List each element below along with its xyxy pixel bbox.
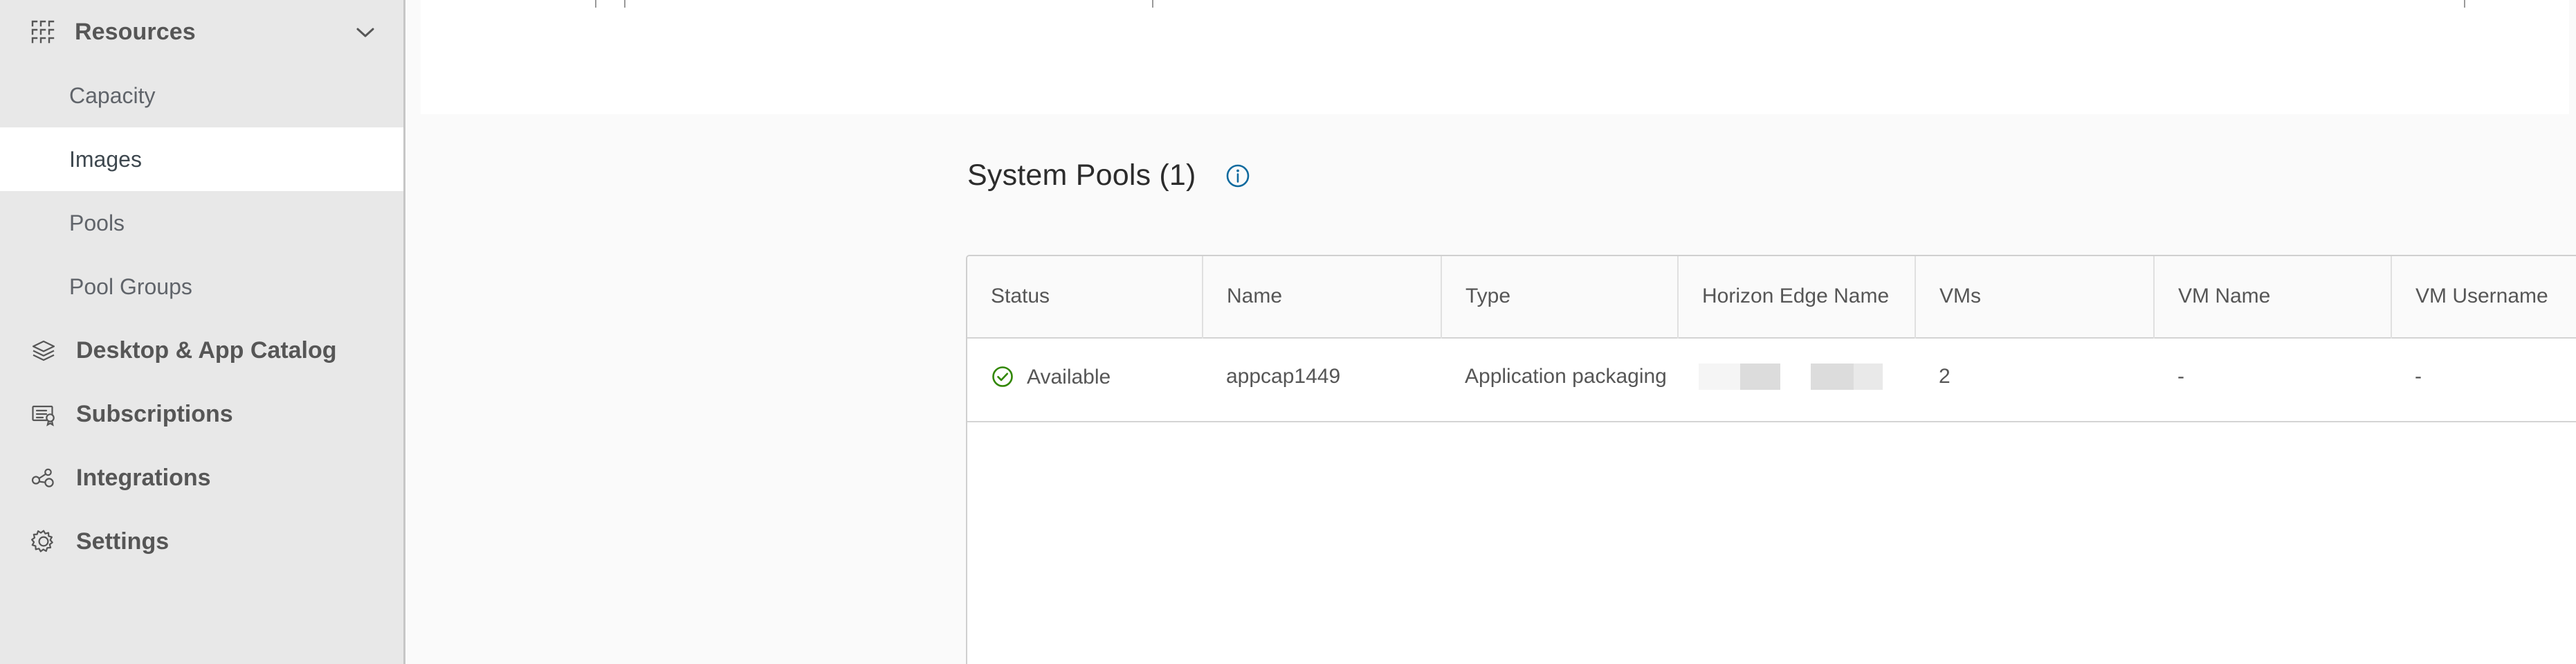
table-empty-cell [967, 422, 2576, 664]
cell-vm-name: - [2177, 365, 2184, 388]
sidebar-item-label: Desktop & App Catalog [76, 337, 337, 364]
column-separator [624, 0, 625, 8]
column-separator [2464, 0, 2465, 8]
redaction-gap [1780, 364, 1811, 390]
column-separator [1152, 0, 1153, 8]
app-root: Resources Capacity Images Pools Pool Gro… [0, 0, 2576, 664]
cell-horizon-edge-name [1678, 338, 1915, 422]
gear-icon [30, 528, 57, 555]
page-title: System Pools (1) [967, 159, 1196, 192]
column-header-vm-username[interactable]: VM Username [2391, 256, 2576, 338]
sidebar-item-capacity[interactable]: Capacity [0, 64, 403, 127]
sidebar-item-images[interactable]: Images [0, 127, 403, 191]
pools-table-element: Status Name Type Horizon Edge Name VMs V… [967, 256, 2576, 664]
column-header-vm-name[interactable]: VM Name [2154, 256, 2392, 338]
check-circle-icon [991, 365, 1014, 388]
column-header-name[interactable]: Name [1203, 256, 1442, 338]
main-content: System Pools (1) Status Name Type Horizo… [405, 0, 2576, 664]
column-header-type[interactable]: Type [1441, 256, 1679, 338]
cell-vms: 2 [1939, 365, 1951, 388]
cell-type: Application packaging [1465, 365, 1667, 388]
sidebar-item-label: Subscriptions [76, 400, 233, 427]
redacted-value [1699, 364, 1883, 390]
redaction-block [1699, 364, 1740, 390]
table-head: Status Name Type Horizon Edge Name VMs V… [967, 256, 2576, 338]
sidebar-group-label: Resources [75, 18, 196, 45]
system-pools-table: Status Name Type Horizon Edge Name VMs V… [966, 255, 2576, 664]
certificate-icon [30, 401, 57, 427]
sidebar-item-pool-groups[interactable]: Pool Groups [0, 255, 403, 318]
column-header-horizon-edge-name[interactable]: Horizon Edge Name [1678, 256, 1916, 338]
sidebar-item-integrations[interactable]: Integrations [0, 446, 403, 510]
chevron-down-icon[interactable] [351, 17, 380, 46]
redaction-block [1740, 364, 1780, 390]
redaction-block [1811, 364, 1854, 390]
previous-section-card-partial [421, 0, 2569, 114]
sidebar-item-label: Settings [76, 528, 170, 555]
sidebar: Resources Capacity Images Pools Pool Gro… [0, 0, 405, 664]
table-row[interactable]: Available appcap1449 Application packagi… [967, 338, 2576, 422]
cell-status: Available [967, 338, 1203, 422]
info-circle-icon[interactable] [1225, 163, 1250, 188]
status-label: Available [1027, 366, 1111, 388]
sidebar-item-label: Pool Groups [69, 273, 192, 299]
grid-icon [30, 19, 55, 44]
sidebar-item-label: Images [69, 146, 142, 172]
layers-icon [30, 337, 57, 364]
cell-name: appcap1449 [1226, 365, 1341, 388]
nodes-icon [30, 465, 57, 491]
cell-vm-username: - [2415, 365, 2422, 388]
sidebar-item-desktop-app-catalog[interactable]: Desktop & App Catalog [0, 318, 403, 382]
column-header-status[interactable]: Status [967, 256, 1203, 338]
sidebar-item-pools[interactable]: Pools [0, 191, 403, 255]
system-pools-header: System Pools (1) [967, 161, 1250, 190]
table-header-row: Status Name Type Horizon Edge Name VMs V… [967, 256, 2576, 338]
column-separator [595, 0, 596, 8]
sidebar-item-label: Integrations [76, 464, 211, 491]
table-empty-space [967, 422, 2576, 664]
sidebar-item-subscriptions[interactable]: Subscriptions [0, 382, 403, 446]
sidebar-item-settings[interactable]: Settings [0, 510, 403, 573]
redaction-block [1854, 364, 1883, 390]
sidebar-group-resources[interactable]: Resources [0, 0, 403, 64]
sidebar-item-label: Pools [69, 210, 125, 235]
column-header-vms[interactable]: VMs [1915, 256, 2155, 338]
sidebar-item-label: Capacity [69, 82, 156, 108]
table-body: Available appcap1449 Application packagi… [967, 338, 2576, 664]
